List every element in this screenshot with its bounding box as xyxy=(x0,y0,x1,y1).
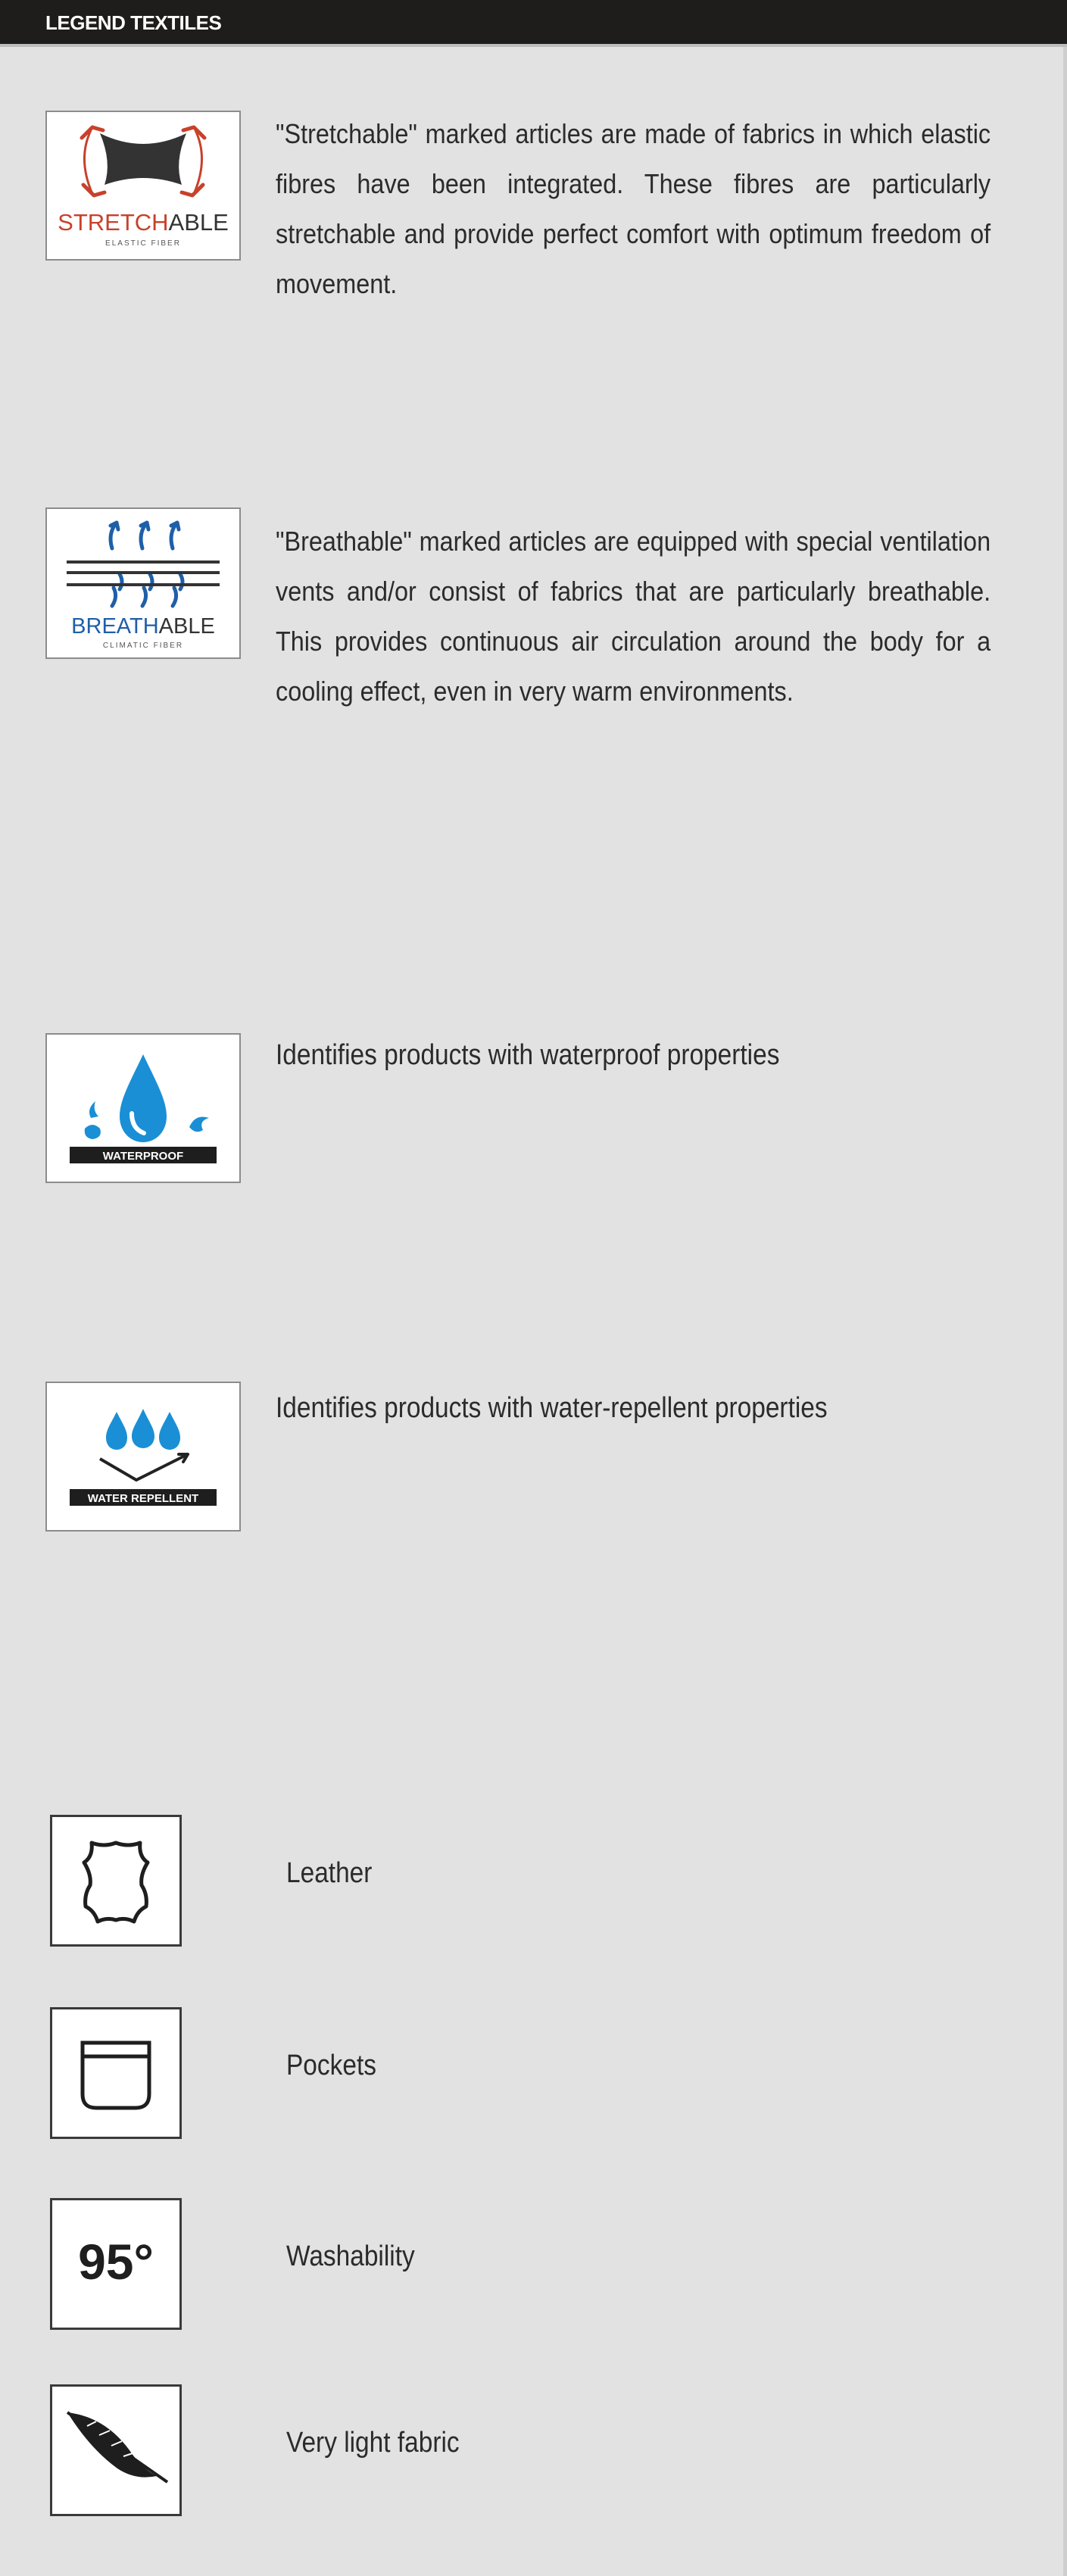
breathable-word-b: ABLE xyxy=(159,614,215,639)
leather-hide-icon xyxy=(82,1841,150,1924)
breathable-word-a: BREATH xyxy=(71,614,158,639)
stretchable-sub: ELASTIC FIBER xyxy=(105,239,181,248)
leather-badge xyxy=(50,1815,182,1947)
pocket-icon xyxy=(80,2041,151,2110)
feature-label-very-light-fabric: Very light fabric xyxy=(286,2427,460,2459)
feature-label-washability: Washability xyxy=(286,2240,415,2272)
waterproof-label: WATERPROOF xyxy=(103,1150,183,1163)
light-fabric-badge xyxy=(50,2384,182,2516)
water-repellent-label: WATER REPELLENT xyxy=(88,1492,198,1505)
feather-icon xyxy=(66,2411,169,2484)
water-repellent-badge: WATER REPELLENT xyxy=(45,1382,241,1532)
stretchable-word-b: ABLE xyxy=(169,209,229,236)
breathable-icon: BREATHABLE CLIMATIC FIBER xyxy=(67,520,220,650)
stretchable-badge: STRETCHABLE ELASTIC FIBER xyxy=(45,111,241,261)
breathable-description: "Breathable" marked articles are equippe… xyxy=(276,526,991,707)
washability-95-icon: 95° xyxy=(78,2234,154,2290)
svg-text:STRETCHABLE: STRETCHABLE xyxy=(58,209,229,236)
page-title: LEGEND TEXTILES xyxy=(45,11,222,34)
stretchable-word-a: STRETCH xyxy=(58,209,168,236)
washability-badge: 95° xyxy=(50,2198,182,2330)
legend-header: LEGEND TEXTILES xyxy=(0,0,1067,47)
pockets-badge xyxy=(50,2007,182,2139)
feature-label-pockets: Pockets xyxy=(286,2050,376,2081)
water-repellent-description: Identifies products with water-repellent… xyxy=(276,1392,828,1424)
breathable-sub: CLIMATIC FIBER xyxy=(103,642,183,650)
washability-temp: 95° xyxy=(78,2234,154,2290)
right-edge-stripe xyxy=(1063,47,1067,2576)
feature-label-leather: Leather xyxy=(286,1857,373,1889)
waterproof-badge: WATERPROOF xyxy=(45,1033,241,1183)
breathable-badge: BREATHABLE CLIMATIC FIBER xyxy=(45,507,241,659)
waterproof-description: Identifies products with waterproof prop… xyxy=(276,1039,780,1071)
water-drop-icon: WATERPROOF xyxy=(70,1054,217,1163)
stretchable-icon: STRETCHABLE ELASTIC FIBER xyxy=(58,125,229,248)
svg-text:BREATHABLE: BREATHABLE xyxy=(71,614,215,639)
stretchable-description: "Stretchable" marked articles are made o… xyxy=(276,118,991,299)
water-repellent-icon: WATER REPELLENT xyxy=(70,1409,217,1506)
